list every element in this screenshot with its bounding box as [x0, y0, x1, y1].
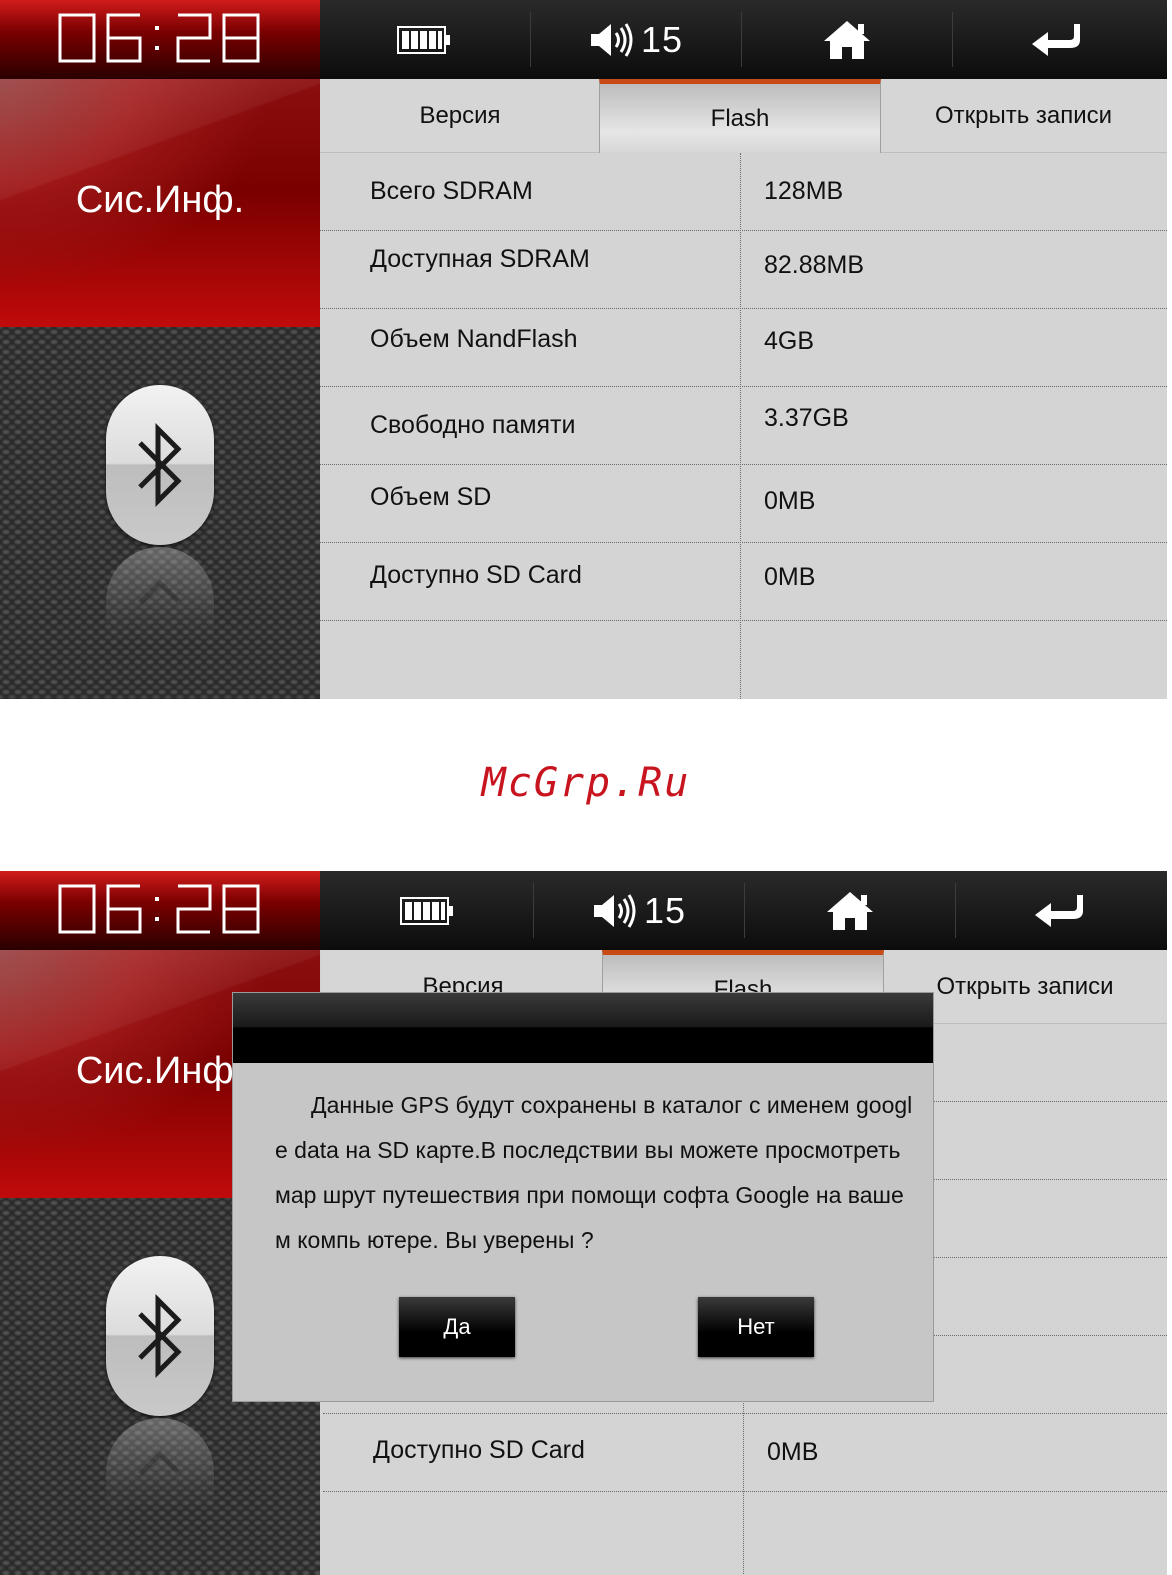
tab-open-records[interactable]: Открыть записи	[880, 79, 1167, 153]
row-value: 0MB	[764, 487, 816, 515]
back-icon	[1032, 23, 1080, 56]
tab-flash[interactable]: Flash	[599, 79, 881, 153]
back-button[interactable]	[952, 0, 1164, 79]
table-row: Всего SDRAM 128MB	[320, 153, 1167, 231]
confirm-dialog: Данные GPS будут сохранены в каталог с и…	[233, 993, 933, 1401]
table-row: Свободно памяти 3.37GB	[320, 387, 1167, 465]
clock	[0, 871, 320, 950]
table-row: Доступно SD Card 0MB	[323, 1414, 1167, 1492]
battery-button[interactable]	[318, 0, 530, 79]
bluetooth-button[interactable]	[106, 385, 214, 545]
volume-level: 15	[643, 889, 687, 931]
row-label: Объем NandFlash	[370, 325, 578, 353]
bluetooth-icon	[138, 579, 180, 605]
row-label: Доступно SD Card	[373, 1436, 585, 1464]
sidebar-header: Сис.Инф.	[0, 79, 320, 327]
tab-bar: Версия Flash Открыть записи	[320, 79, 1167, 153]
battery-button[interactable]	[321, 871, 533, 950]
row-value: 128MB	[764, 177, 844, 205]
row-value: 0MB	[767, 1438, 819, 1466]
status-bar: 15	[0, 871, 1167, 950]
bluetooth-icon	[138, 1293, 182, 1379]
table-row: Объем NandFlash 4GB	[320, 309, 1167, 387]
table-row: Объем SD 0MB	[320, 465, 1167, 543]
row-label: Доступная SDRAM	[370, 245, 590, 273]
home-icon	[827, 891, 873, 930]
table-row: Доступная SDRAM 82.88MB	[320, 231, 1167, 309]
home-button[interactable]	[744, 871, 956, 950]
row-value: 82.88MB	[764, 251, 865, 279]
bluetooth-icon	[138, 1450, 180, 1476]
row-value: 3.37GB	[764, 404, 849, 432]
bluetooth-icon	[138, 422, 182, 508]
clock-display	[58, 884, 260, 934]
row-value: 4GB	[764, 327, 815, 355]
dialog-message: Данные GPS будут сохранены в каталог с и…	[275, 1092, 913, 1253]
home-button[interactable]	[741, 0, 953, 79]
dialog-title-bar	[233, 993, 933, 1063]
clock-display	[58, 13, 260, 63]
sidebar-title: Сис.Инф.	[75, 179, 245, 221]
clock	[0, 0, 320, 79]
bluetooth-button[interactable]	[106, 1256, 214, 1416]
sidebar-panel	[0, 327, 320, 699]
system-info-screen-with-dialog: 15 Сис.Инф. Версия Flash Открыть записи …	[0, 871, 1167, 1575]
volume-button[interactable]: 15	[533, 871, 745, 950]
battery-icon	[397, 25, 450, 54]
cancel-button[interactable]: Нет	[698, 1297, 814, 1357]
back-button[interactable]	[955, 871, 1167, 950]
home-icon	[824, 20, 870, 59]
row-label: Доступно SD Card	[370, 561, 582, 589]
volume-icon	[593, 893, 636, 928]
table-row: Доступно SD Card 0MB	[320, 543, 1167, 621]
confirm-button[interactable]: Да	[399, 1297, 515, 1357]
tab-version[interactable]: Версия	[320, 79, 600, 153]
row-value: 0MB	[764, 563, 816, 591]
battery-icon	[400, 896, 453, 925]
bluetooth-reflection	[106, 1418, 214, 1575]
info-table: Всего SDRAM 128MB Доступная SDRAM 82.88M…	[320, 153, 1167, 699]
system-info-screen: 15 Сис.Инф. Версия Flash Открыть записи …	[0, 0, 1167, 699]
volume-level: 15	[640, 18, 684, 60]
row-label: Всего SDRAM	[370, 177, 533, 205]
volume-button[interactable]: 15	[530, 0, 742, 79]
back-icon	[1035, 894, 1083, 927]
status-bar: 15	[0, 0, 1167, 79]
watermark: McGrp.Ru	[481, 760, 691, 806]
row-label: Объем SD	[370, 483, 492, 511]
volume-icon	[590, 22, 633, 57]
bluetooth-reflection	[106, 547, 214, 699]
row-label: Свободно памяти	[370, 411, 576, 439]
